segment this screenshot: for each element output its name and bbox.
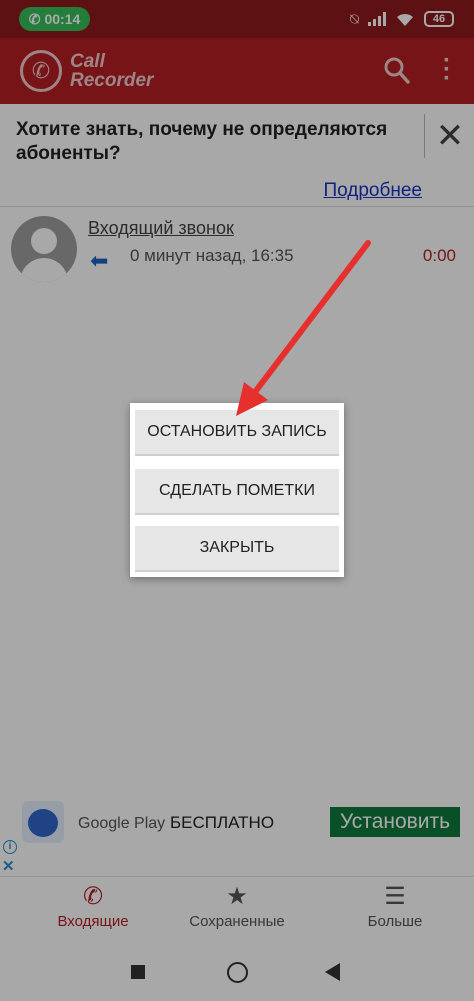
- stop-recording-button[interactable]: ОСТАНОВИТЬ ЗАПИСЬ: [135, 410, 339, 456]
- action-dialog: ОСТАНОВИТЬ ЗАПИСЬ СДЕЛАТЬ ПОМЕТКИ ЗАКРЫТ…: [130, 403, 344, 577]
- add-notes-button[interactable]: СДЕЛАТЬ ПОМЕТКИ: [135, 469, 339, 515]
- close-button[interactable]: ЗАКРЫТЬ: [135, 526, 339, 572]
